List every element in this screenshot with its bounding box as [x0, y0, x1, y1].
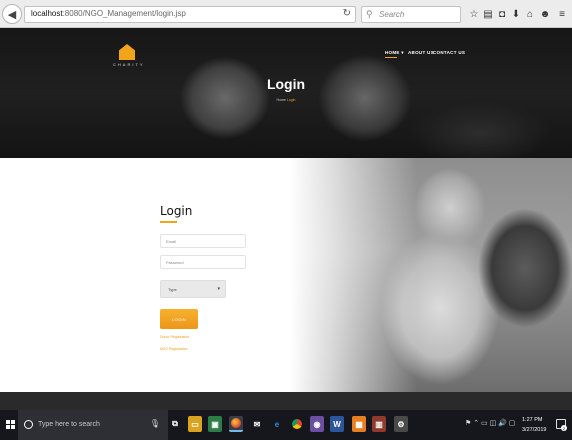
tool-icon[interactable]: ⚙	[394, 416, 408, 432]
nav-about-us[interactable]: ABOUT US	[408, 50, 434, 55]
windows-taskbar: Type here to search 🎙 ⧉ ▭ ▣ ✉ e ◉ W ▦ ▥ …	[0, 410, 572, 440]
word-icon[interactable]: W	[330, 416, 344, 432]
system-tray[interactable]: ⚑ ⌃ ▭ ◫ 🔊 ▢	[465, 419, 515, 427]
address-bar[interactable]: localhost:8080/NGO_Management/login.jsp …	[24, 6, 356, 23]
breadcrumb-current: Login	[286, 98, 296, 102]
mail-icon[interactable]: ✉	[250, 416, 264, 432]
caret-down-icon: ▾	[217, 286, 220, 292]
hero-banner: CHARITY HOME ▾ ABOUT US CONTACT US Login…	[0, 28, 572, 158]
taskbar-search[interactable]: Type here to search 🎙	[18, 410, 168, 440]
file-explorer-icon[interactable]: ▭	[188, 416, 202, 432]
search-icon: ⚲	[366, 9, 373, 19]
download-icon[interactable]: ⬇	[510, 7, 522, 21]
store-icon[interactable]: ▣	[208, 416, 222, 432]
notification-count-badge: 2	[561, 425, 567, 431]
password-field[interactable]	[160, 255, 246, 269]
browser-search-box[interactable]: ⚲ Search	[361, 6, 461, 23]
pocket-icon[interactable]: ◘	[496, 7, 508, 21]
app-icon[interactable]: ▦	[352, 416, 366, 432]
menu-icon[interactable]: ≡	[556, 7, 568, 21]
media-icon[interactable]: ◉	[310, 416, 324, 432]
chrome-icon[interactable]	[290, 416, 304, 432]
children-photo	[290, 158, 572, 392]
ngo-registration-link[interactable]: NGO Registration	[160, 347, 188, 351]
search-placeholder: Search	[379, 10, 405, 19]
main-content: Login Type ▾ LOGIN Donor Registration NG…	[0, 158, 572, 392]
page-footer	[0, 392, 572, 410]
url-host: localhost	[31, 9, 63, 18]
edge-icon[interactable]: e	[270, 416, 284, 432]
hero-overlay	[0, 28, 572, 158]
login-button[interactable]: LOGIN	[160, 309, 198, 329]
home-icon[interactable]: ⌂	[524, 7, 536, 21]
photo-fade	[290, 158, 572, 392]
login-form-title: Login	[160, 204, 193, 218]
title-underline	[160, 221, 177, 223]
firefox-icon[interactable]	[229, 416, 243, 432]
task-view-icon[interactable]: ⧉	[168, 416, 182, 432]
cortana-icon	[24, 420, 33, 429]
clock-time[interactable]: 1:27 PM	[522, 417, 542, 423]
clock-date[interactable]: 3/27/2019	[522, 427, 546, 433]
page-title: Login	[266, 76, 306, 92]
smiley-icon[interactable]: ☻	[539, 7, 551, 21]
taskbar-search-placeholder: Type here to search	[38, 421, 100, 428]
site-logo[interactable]: CHARITY	[113, 44, 153, 84]
url-text: localhost:8080/NGO_Management/login.jsp	[31, 9, 186, 18]
dictionary-icon[interactable]: ▥	[372, 416, 386, 432]
password-input[interactable]	[161, 256, 245, 268]
type-select-value: Type	[168, 287, 177, 292]
donor-registration-link[interactable]: Donor Registration	[160, 335, 189, 339]
url-path: :8080/NGO_Management/login.jsp	[62, 9, 186, 18]
nav-home[interactable]: HOME ▾	[385, 50, 404, 56]
star-icon[interactable]: ☆	[468, 7, 480, 21]
type-select[interactable]: Type ▾	[160, 280, 226, 298]
reading-list-icon[interactable]: ▤	[482, 7, 494, 21]
email-field[interactable]	[160, 234, 246, 248]
microphone-icon[interactable]: 🎙	[150, 419, 160, 428]
back-icon[interactable]: ◀	[2, 4, 22, 24]
nav-active-indicator	[385, 57, 397, 58]
email-input[interactable]	[161, 235, 245, 247]
reload-icon[interactable]: ↻	[343, 8, 351, 19]
nav-contact-us[interactable]: CONTACT US	[433, 50, 465, 55]
logo-text: CHARITY	[113, 62, 145, 67]
breadcrumb: Home Login	[236, 98, 336, 102]
breadcrumb-home[interactable]: Home	[277, 98, 286, 102]
house-icon	[119, 44, 135, 60]
windows-start-icon[interactable]	[6, 420, 16, 430]
browser-toolbar: ◀ localhost:8080/NGO_Management/login.js…	[0, 0, 572, 28]
